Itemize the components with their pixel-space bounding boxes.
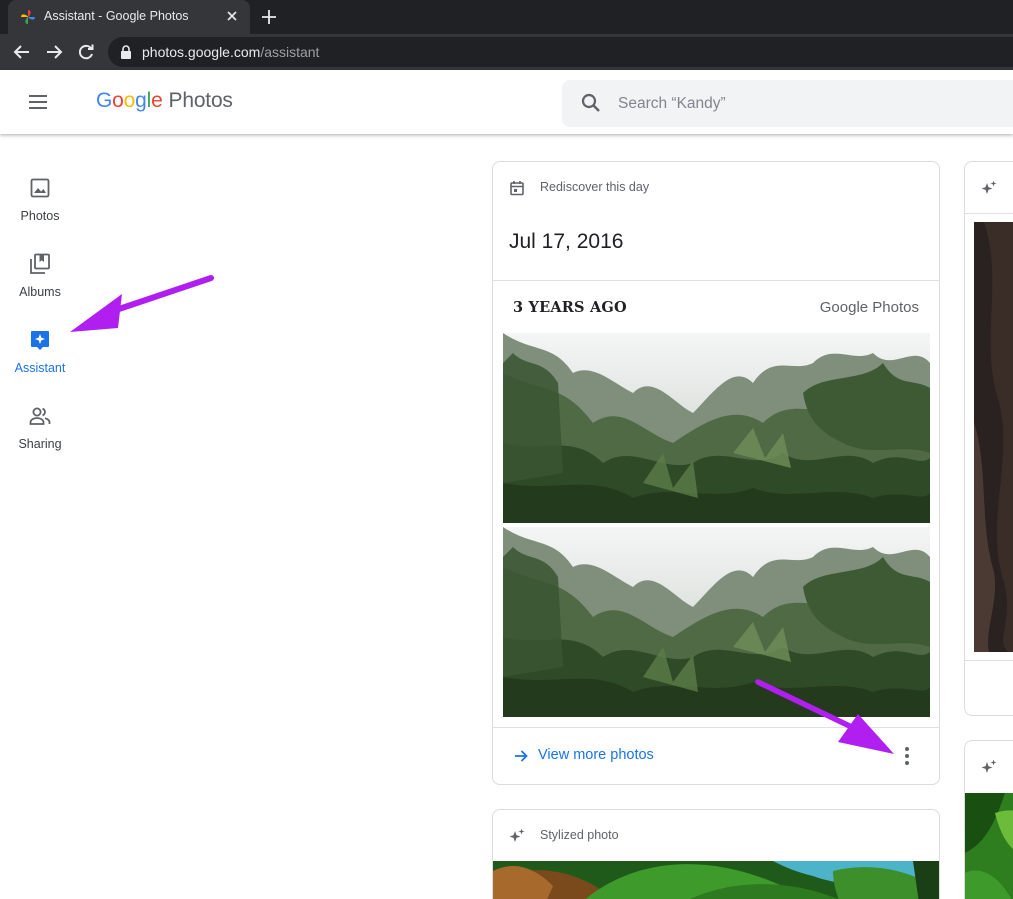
card-divider [965, 213, 1013, 214]
url-host: photos.google.com [142, 44, 261, 60]
memory-photo[interactable] [503, 333, 930, 523]
new-tab-icon[interactable] [260, 8, 278, 26]
annotation-arrow-more [755, 679, 894, 754]
sidebar-item-label: Assistant [14, 361, 66, 375]
search-input[interactable] [618, 80, 1013, 127]
years-ago-label: 3 YEARS AGO [513, 299, 627, 316]
google-photos-wordmark: Google Photos [819, 299, 919, 316]
search-box[interactable] [562, 80, 1013, 127]
address-bar[interactable]: photos.google.com/assistant [108, 37, 1013, 67]
logo-product-name: Photos [168, 89, 233, 112]
leaves-photo-image [493, 861, 939, 899]
card-divider [493, 280, 939, 281]
url-path: /assistant [260, 44, 320, 60]
portrait-photo-image [974, 222, 1013, 652]
sharing-icon [29, 407, 51, 425]
screenshot-frame: Assistant - Google Photos photos.google.… [0, 0, 1013, 899]
sidebar-item-label: Photos [20, 209, 60, 223]
back-icon[interactable] [12, 42, 32, 62]
search-icon[interactable] [580, 92, 602, 114]
sidebar-item-photos[interactable]: Photos [0, 177, 80, 245]
right-assistant-card-2 [964, 740, 1013, 899]
card-divider [965, 660, 1013, 661]
card-kicker: Stylized photo [540, 828, 619, 842]
close-tab-icon[interactable] [224, 8, 240, 24]
lock-icon [121, 45, 131, 59]
sidebar-item-sharing[interactable]: Sharing [0, 405, 80, 473]
logo-letter: G [96, 89, 113, 112]
main-menu-icon[interactable] [26, 90, 50, 114]
photo-icon [30, 178, 50, 198]
albums-icon [30, 253, 50, 274]
sparkle-icon [981, 180, 997, 194]
logo-letter: e [151, 89, 163, 112]
annotation-arrow-sidebar [70, 275, 214, 332]
tab-title: Assistant - Google Photos [44, 9, 189, 23]
sparkle-icon [509, 828, 525, 842]
plant-photo-image [965, 793, 1013, 899]
sparkle-icon [981, 759, 997, 773]
browser-tabstrip: Assistant - Google Photos [0, 0, 1013, 34]
sidebar-item-label: Sharing [18, 437, 62, 451]
reload-icon[interactable] [76, 42, 96, 62]
logo-letter: o [123, 89, 136, 112]
right-assistant-card [964, 161, 1013, 716]
stylized-photo[interactable] [493, 861, 939, 899]
logo-letter: o [112, 89, 124, 112]
google-photos-logo[interactable]: Google Photos [96, 89, 233, 113]
browser-toolbar: photos.google.com/assistant [0, 34, 1013, 70]
arrow-forward-icon [515, 750, 528, 762]
plant-photo[interactable] [965, 793, 1013, 899]
card-kicker: Rediscover this day [540, 180, 650, 194]
view-more-label: View more photos [538, 747, 654, 763]
calendar-icon [510, 181, 524, 196]
portrait-photo[interactable] [974, 222, 1013, 652]
logo-letter: g [135, 89, 147, 112]
assistant-icon [31, 331, 49, 350]
stylized-photo-card: Stylized photo [492, 809, 940, 899]
forward-icon[interactable] [44, 42, 64, 62]
jungle-photo-image [503, 333, 930, 523]
url-text: photos.google.com/assistant [142, 44, 319, 60]
card-date: Jul 17, 2016 [509, 230, 624, 253]
google-photos-favicon-icon [21, 10, 35, 24]
app-header: Google Photos [0, 70, 1013, 134]
browser-tab[interactable]: Assistant - Google Photos [8, 0, 250, 34]
